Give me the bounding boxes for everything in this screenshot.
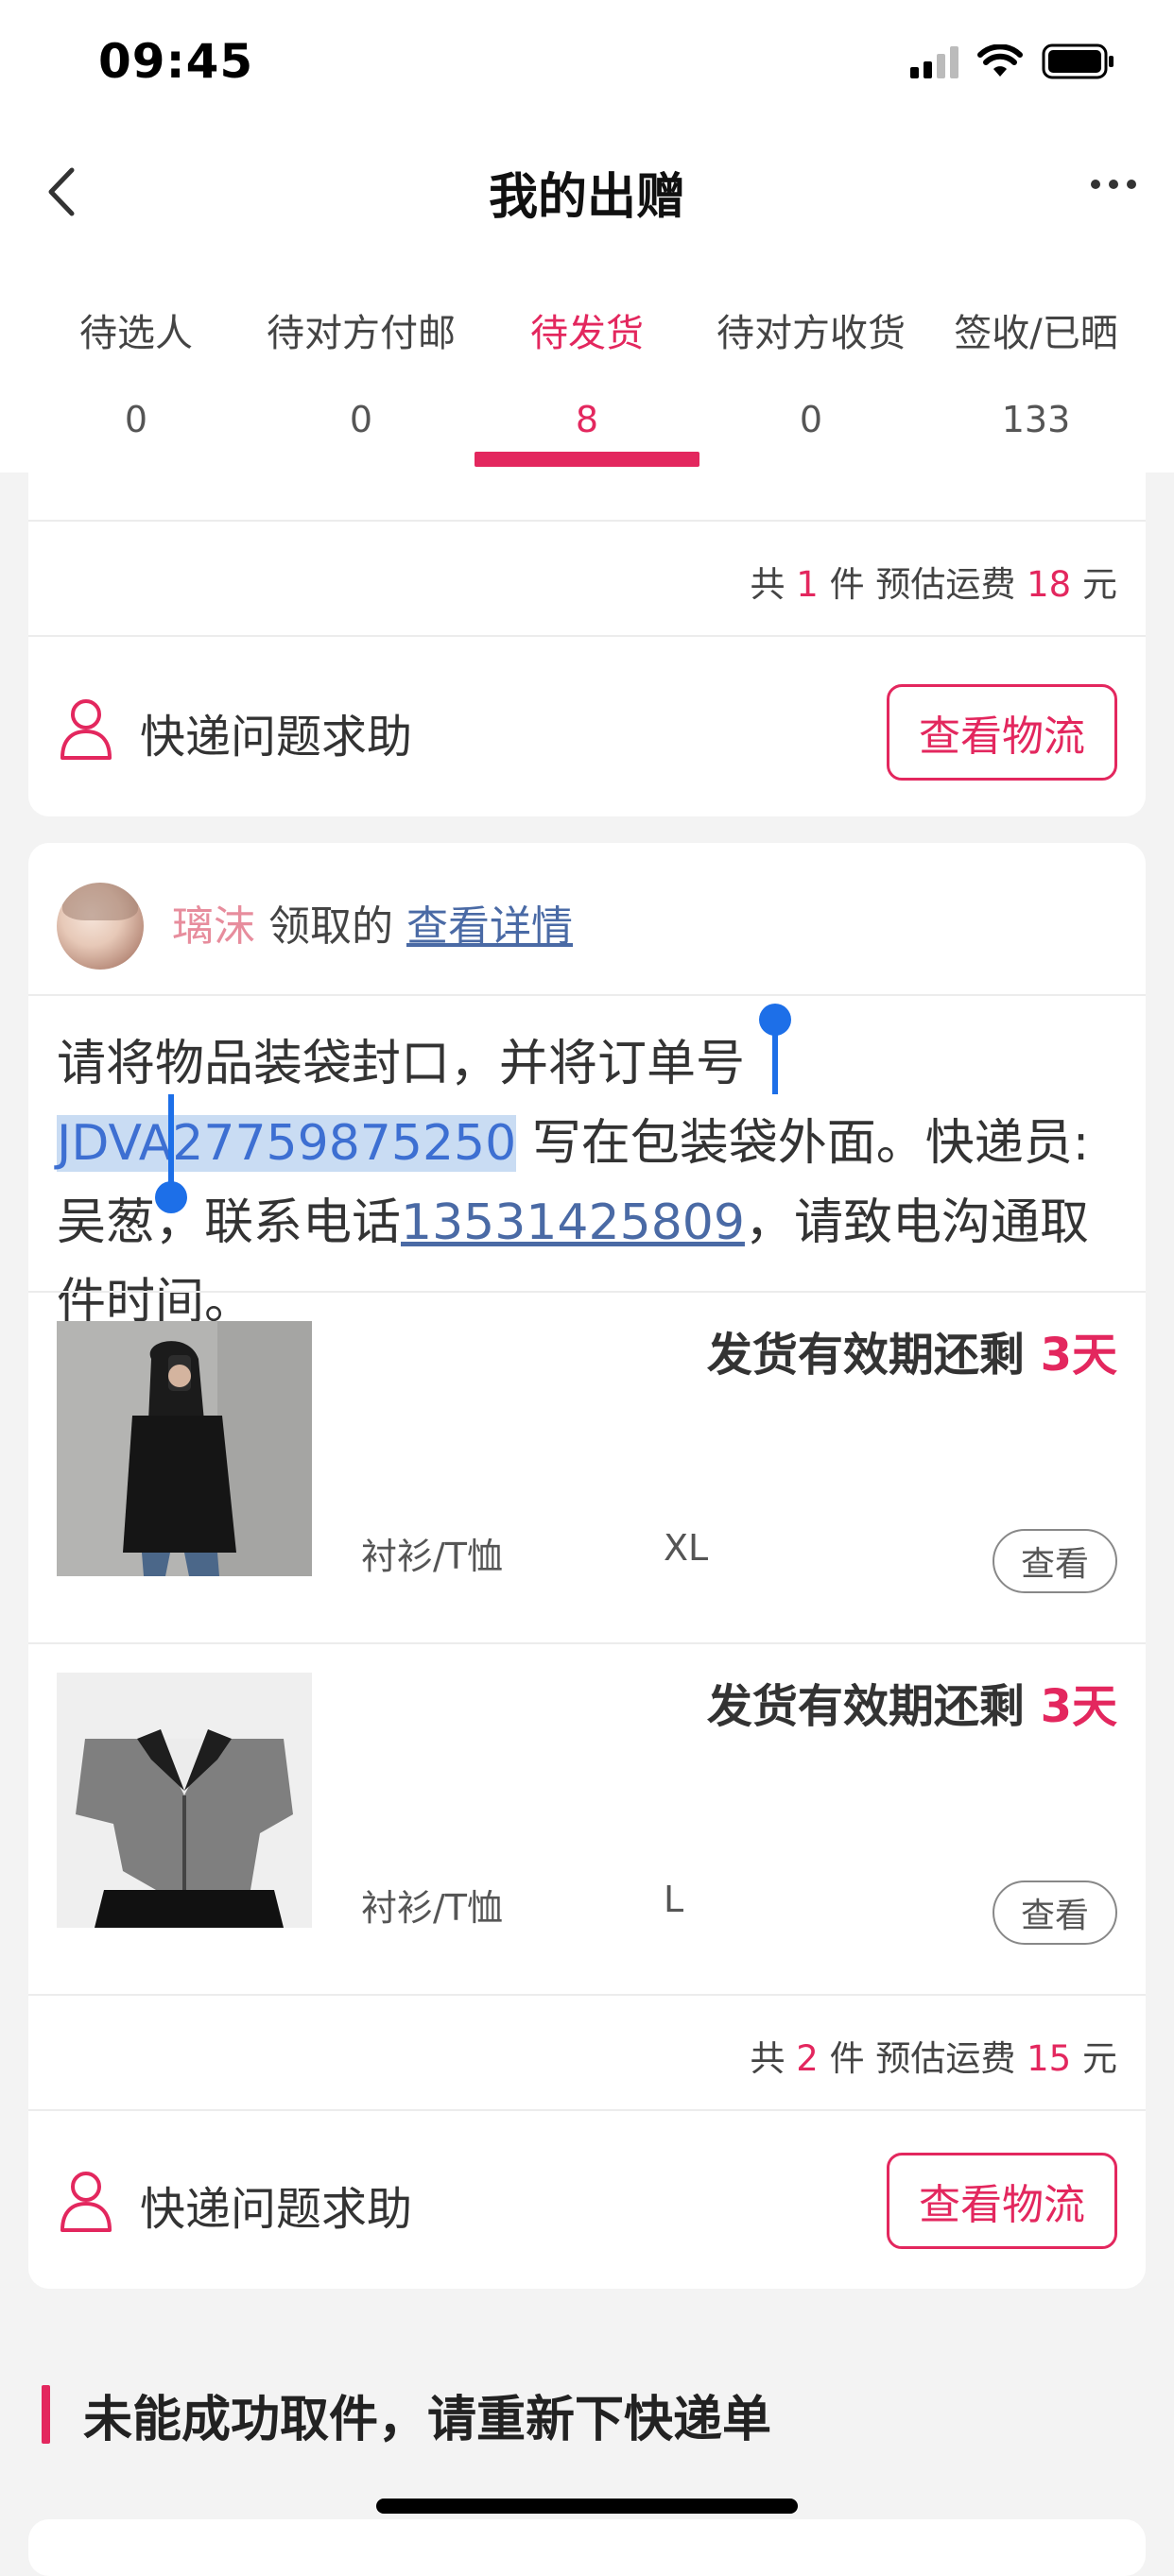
home-indicator	[376, 2499, 798, 2514]
shipping-summary: 共 2 件 预估运费 15 元	[750, 2038, 1117, 2079]
list-item: 发货有效期还剩 3天 衬衫/T恤 XL 查看	[28, 1293, 1146, 1642]
deadline-days: 3天	[1040, 1680, 1117, 1733]
item-size: L	[664, 1879, 684, 1920]
page-title: 我的出赠	[488, 169, 685, 226]
product-image[interactable]	[57, 1673, 312, 1928]
tab-count: 133	[1001, 399, 1071, 440]
selection-end-handle[interactable]	[155, 1094, 187, 1213]
tab-count: 8	[575, 399, 599, 440]
tab-pending-selection[interactable]: 待选人 0	[23, 302, 250, 440]
view-logistics-button[interactable]: 查看物流	[887, 684, 1117, 781]
item-size: XL	[664, 1527, 709, 1569]
view-item-button[interactable]: 查看	[993, 1880, 1117, 1945]
order-number-selected[interactable]: JDVA27759875250	[57, 1115, 517, 1172]
tab-count: 0	[349, 399, 373, 440]
order-card: 璃沫 领取的 查看详情 请将物品装袋封口，并将订单号JDVA27759875250…	[28, 843, 1146, 2289]
more-icon[interactable]	[1091, 180, 1136, 189]
tab-count: 0	[799, 399, 823, 440]
divider	[28, 994, 1146, 996]
tab-pending-shipment[interactable]: 待发货 8	[474, 302, 700, 440]
view-item-button[interactable]: 查看	[993, 1529, 1117, 1593]
divider	[28, 520, 1146, 522]
tab-label: 待发货	[530, 312, 644, 355]
product-image[interactable]	[57, 1321, 312, 1576]
item-category: 衬衫/T恤	[361, 1536, 504, 1577]
tab-pending-postage[interactable]: 待对方付邮 0	[248, 302, 475, 440]
item-category: 衬衫/T恤	[361, 1887, 504, 1929]
nav-bar: 我的出赠	[0, 123, 1174, 265]
user-icon	[60, 2172, 112, 2232]
courier-help-row: 快递问题求助 查看物流	[28, 637, 1146, 816]
status-bar: 09:45	[0, 0, 1174, 123]
status-time: 09:45	[98, 34, 254, 89]
cellular-signal-icon	[910, 44, 958, 78]
view-logistics-button[interactable]: 查看物流	[887, 2153, 1117, 2249]
tab-signed[interactable]: 签收/已晒 133	[923, 302, 1149, 440]
shipping-fee: 18	[1027, 564, 1072, 605]
shipping-deadline: 发货有效期还剩 3天	[706, 1680, 1117, 1733]
shipping-summary: 共 1 件 预估运费 18 元	[750, 564, 1117, 605]
shipping-deadline: 发货有效期还剩 3天	[706, 1329, 1117, 1382]
wifi-icon	[977, 44, 1023, 77]
shipping-fee: 15	[1027, 2038, 1072, 2079]
divider	[28, 1994, 1146, 1996]
battery-icon	[1042, 43, 1114, 79]
tab-label: 签收/已晒	[954, 312, 1118, 355]
section-title: 未能成功取件，请重新下快递单	[83, 2392, 772, 2448]
section-accent-bar	[42, 2385, 50, 2444]
tab-label: 待对方付邮	[267, 312, 456, 355]
courier-help-row: 快递问题求助 查看物流	[28, 2111, 1146, 2289]
claimer-name[interactable]: 璃沫	[172, 902, 255, 951]
status-icons	[910, 43, 1115, 79]
tab-count: 0	[124, 399, 148, 440]
tab-label: 待对方收货	[716, 312, 906, 355]
list-item: 发货有效期还剩 3天 衬衫/T恤 L 查看	[28, 1644, 1146, 1994]
avatar[interactable]	[57, 883, 144, 970]
user-icon	[60, 699, 112, 760]
active-tab-indicator	[475, 452, 699, 467]
claim-info: 璃沫 领取的 查看详情	[172, 902, 573, 951]
item-count: 2	[796, 2038, 819, 2079]
view-details-link[interactable]: 查看详情	[406, 902, 573, 951]
courier-help-link[interactable]: 快递问题求助	[140, 699, 412, 765]
courier-phone-link[interactable]: 13531425809	[401, 1194, 745, 1251]
status-tabs: 待选人 0 待对方付邮 0 待发货 8 待对方收货 0 签收/已晒 133	[0, 265, 1174, 472]
deadline-days: 3天	[1040, 1329, 1117, 1382]
courier-help-link[interactable]: 快递问题求助	[140, 2172, 412, 2238]
selection-start-handle[interactable]	[759, 1004, 791, 1094]
item-count: 1	[796, 564, 819, 605]
next-card-edge	[28, 2519, 1146, 2576]
tab-label: 待选人	[79, 312, 193, 355]
tab-pending-receipt[interactable]: 待对方收货 0	[698, 302, 924, 440]
